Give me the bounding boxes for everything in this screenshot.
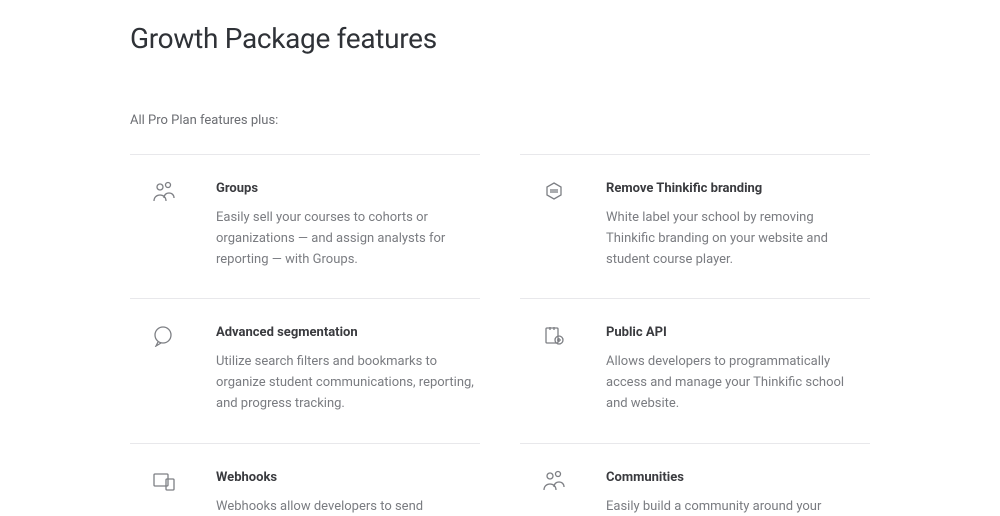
feature-title: Groups [216,181,474,196]
page-title: Growth Package features [130,22,870,55]
feature-desc: Easily sell your courses to cohorts or o… [216,208,474,270]
feature-desc: Webhooks allow developers to send Thinki… [216,497,474,516]
feature-title: Communities [606,470,864,485]
feature-desc: White label your school by removing Thin… [606,208,864,270]
chat-icon [152,325,180,349]
feature-title: Remove Thinkific branding [606,181,864,196]
feature-desc: Utilize search filters and bookmarks to … [216,352,474,414]
feature-title: Webhooks [216,470,474,485]
feature-card: Groups Easily sell your courses to cohor… [130,154,480,298]
devices-icon [152,470,180,494]
feature-title: Public API [606,325,864,340]
feature-title: Advanced segmentation [216,325,474,340]
groups-icon [152,181,180,205]
feature-card: Webhooks Webhooks allow developers to se… [130,443,480,516]
section-subtitle: All Pro Plan features plus: [130,113,870,128]
feature-card: Remove Thinkific branding White label yo… [520,154,870,298]
feature-card: Advanced segmentation Utilize search fil… [130,298,480,442]
api-icon [542,325,570,349]
feature-desc: Easily build a community around your con… [606,497,864,516]
feature-desc: Allows developers to programmatically ac… [606,352,864,414]
features-grid: Groups Easily sell your courses to cohor… [130,154,870,516]
groups-icon [542,470,570,494]
feature-card: Communities Easily build a community aro… [520,443,870,516]
hex-icon [542,181,570,205]
feature-card: Public API Allows developers to programm… [520,298,870,442]
